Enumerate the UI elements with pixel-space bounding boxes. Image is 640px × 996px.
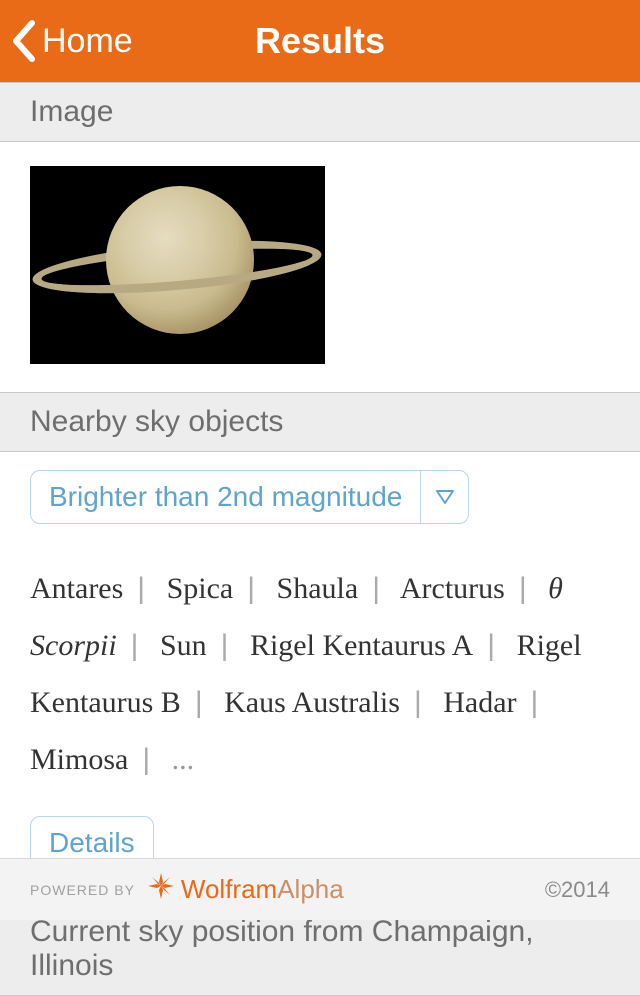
powered-by-label: POWERED BY xyxy=(30,882,135,898)
app-header: Home Results xyxy=(0,0,640,82)
sky-object[interactable]: Antares xyxy=(30,572,123,605)
more-ellipsis[interactable]: ... xyxy=(172,743,195,776)
magnitude-filter-dropdown[interactable]: Brighter than 2nd magnitude xyxy=(30,470,469,524)
sky-object[interactable]: Kaus Australis xyxy=(224,686,400,719)
sky-object[interactable]: Sun xyxy=(160,629,207,662)
sky-object[interactable]: Spica xyxy=(167,572,234,605)
sky-object[interactable]: Shaula xyxy=(277,572,359,605)
spikey-icon xyxy=(147,872,175,907)
sky-object[interactable]: Arcturus xyxy=(400,572,505,605)
nearby-objects-list: Antares| Spica| Shaula| Arcturus| θ Scor… xyxy=(30,560,610,788)
sky-object[interactable]: Hadar xyxy=(443,686,516,719)
page-title: Results xyxy=(255,20,385,62)
sky-object[interactable]: Rigel Kentaurus A xyxy=(250,629,473,662)
back-label: Home xyxy=(42,22,133,61)
section-header-nearby: Nearby sky objects xyxy=(0,392,640,452)
sky-object[interactable]: Mimosa xyxy=(30,743,128,776)
result-image xyxy=(30,166,325,364)
brand-text-a: Wolfram xyxy=(181,874,277,905)
chevron-left-icon xyxy=(10,19,36,63)
section-header-image: Image xyxy=(0,82,640,142)
nearby-pod: Brighter than 2nd magnitude Antares| Spi… xyxy=(0,452,640,898)
back-button[interactable]: Home xyxy=(0,19,133,63)
triangle-down-icon xyxy=(420,471,468,523)
magnitude-filter-label: Brighter than 2nd magnitude xyxy=(31,471,420,523)
brand-text-b: Alpha xyxy=(277,874,344,905)
copyright: ©2014 xyxy=(545,877,610,903)
footer: POWERED BY WolframAlpha ©2014 xyxy=(0,858,640,920)
wolfram-alpha-logo[interactable]: WolframAlpha xyxy=(147,872,344,907)
image-pod xyxy=(0,142,640,392)
